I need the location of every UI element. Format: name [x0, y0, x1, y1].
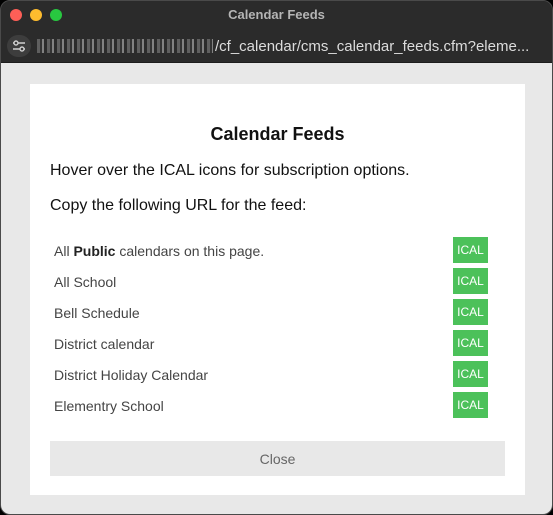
feed-label: District Holiday Calendar — [54, 367, 209, 383]
url-redacted-segment — [37, 39, 213, 53]
window-title: Calendar Feeds — [228, 7, 325, 22]
hover-instruction: Hover over the ICAL icons for subscripti… — [50, 162, 410, 179]
dialog-title: Calendar Feeds — [210, 124, 345, 144]
site-settings-icon[interactable] — [7, 35, 31, 57]
feed-label: District calendar — [54, 336, 155, 352]
feed-row: All School ICAL — [50, 266, 488, 297]
ical-button[interactable]: ICAL — [453, 268, 488, 294]
close-button[interactable]: Close — [50, 441, 505, 476]
feed-row: Bell Schedule ICAL — [50, 297, 488, 328]
ical-button-all-public[interactable]: ICAL — [453, 237, 488, 263]
feed-label: All School — [54, 274, 117, 290]
ical-button[interactable]: ICAL — [453, 299, 488, 325]
url-text[interactable]: /cf_calendar/cms_calendar_feeds.cfm?elem… — [215, 38, 529, 55]
feed-row: District calendar ICAL — [50, 328, 488, 359]
feed-row: Elementry School ICAL — [50, 390, 488, 421]
ical-button[interactable]: ICAL — [453, 330, 488, 356]
calendar-feeds-dialog: Calendar Feeds Hover over the ICAL icons… — [30, 84, 525, 495]
feed-row-all-public: All Public calendars on this page. ICAL — [50, 235, 488, 266]
ical-button[interactable]: ICAL — [453, 361, 488, 387]
ical-button[interactable]: ICAL — [453, 392, 488, 418]
feed-label: Bell Schedule — [54, 305, 140, 321]
browser-window: Calendar Feeds /cf_calendar/cms_calendar… — [0, 0, 553, 515]
copy-url-instruction: Copy the following URL for the feed: — [50, 197, 307, 214]
feed-label-all-public: All Public calendars on this page. — [54, 243, 265, 259]
modal-backdrop: Calendar Feeds Hover over the ICAL icons… — [1, 63, 552, 514]
feed-row: District Holiday Calendar ICAL — [50, 359, 488, 390]
feed-label: Elementry School — [54, 398, 164, 414]
address-bar[interactable]: /cf_calendar/cms_calendar_feeds.cfm?elem… — [1, 29, 552, 63]
feed-list: All Public calendars on this page. ICAL … — [50, 235, 488, 421]
title-bar: Calendar Feeds — [1, 1, 552, 29]
